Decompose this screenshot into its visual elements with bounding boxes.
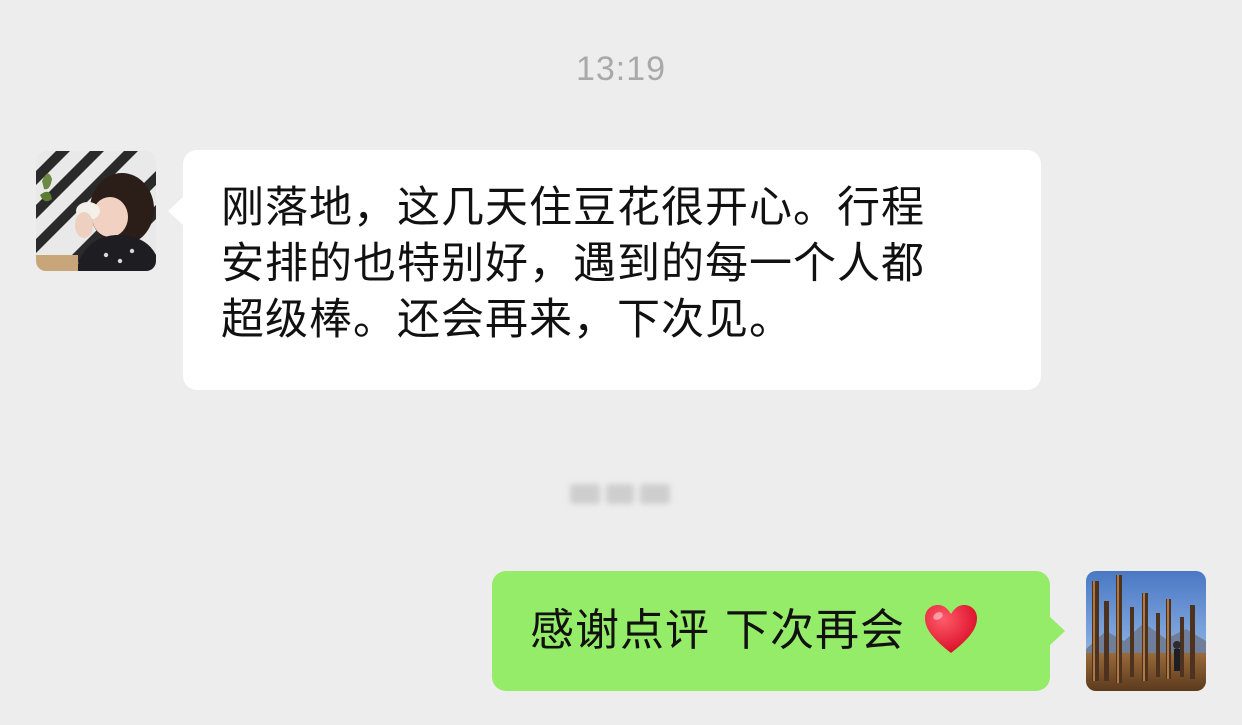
obscured-label [570,476,672,512]
outgoing-message-text: 感谢点评 下次再会 [530,605,905,656]
my-avatar[interactable] [1086,571,1206,691]
red-heart-icon [923,603,979,655]
landscape-photo-avatar-icon [1086,571,1206,691]
girl-photo-avatar-icon [36,151,156,271]
contact-avatar[interactable] [36,151,156,271]
outgoing-message-bubble[interactable]: 感谢点评 下次再会 [492,571,1065,691]
message-timestamp: 13:19 [575,50,667,88]
incoming-message-bubble[interactable]: 刚落地，这几天住豆花很开心。行程 安排的也特别好，遇到的每一个人都 超级棒。还会… [168,150,1041,390]
